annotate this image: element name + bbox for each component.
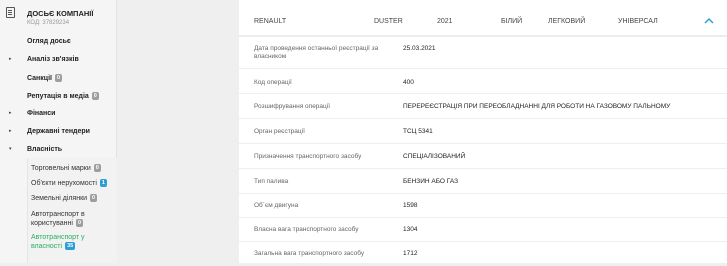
sidebar-subitem-vehicles-in-use[interactable]: Автотранспорт в користуванні 0 <box>31 210 111 228</box>
detail-value: ПЕРЕРЕЄСТРАЦІЯ ПРИ ПЕРЕОБЛАДНАННІ ДЛЯ РО… <box>403 103 671 110</box>
detail-key: Об`єм двигуна <box>254 202 299 209</box>
sidebar-subitem-label: користуванні <box>31 220 73 227</box>
sidebar-item-label: Репутація в медіа <box>27 93 89 100</box>
vehicle-model: DUSTER <box>374 18 403 25</box>
vehicle-brand: RENAULT <box>254 18 287 25</box>
count-badge: 0 <box>93 164 101 172</box>
detail-value: БЕНЗИН АБО ГАЗ <box>403 178 459 185</box>
sidebar-item-finance[interactable]: ▸ Фінанси <box>0 107 117 121</box>
document-icon <box>6 7 15 18</box>
sidebar-subitem-vehicles-owned[interactable]: Автотранспорт у власності 35 <box>31 233 111 251</box>
sidebar-item-label: Фінанси <box>27 110 56 117</box>
detail-key: Дата проведення останньої реєстрації за в… <box>254 45 379 60</box>
sidebar-item-sanctions[interactable]: Санкції 0 <box>0 71 117 85</box>
detail-key: Код операції <box>254 79 292 86</box>
vehicle-details-panel: RENAULT DUSTER 2021 БІЛИЙ ЛЕГКОВИЙ УНІВЕ… <box>239 0 727 263</box>
sidebar-item-media[interactable]: Репутація в медіа 0 <box>0 89 117 103</box>
sidebar-item-label: Огляд досьє <box>27 38 71 45</box>
chevron-up-icon[interactable] <box>703 16 715 26</box>
detail-key: Загальна вага транспортного засобу <box>254 250 365 257</box>
count-badge: 0 <box>91 92 99 100</box>
detail-row-operation-description: Розшифрування операції ПЕРЕРЕЄСТРАЦІЯ ПР… <box>239 93 727 118</box>
sidebar-subitem-label: Об'єкти нерухомості <box>31 180 97 187</box>
sidebar-subitem-label: власності <box>31 243 63 250</box>
sidebar-subitem-label: Торговельні марки <box>31 165 91 172</box>
vehicle-year: 2021 <box>437 18 453 25</box>
detail-key: Тип палива <box>254 178 289 185</box>
sidebar-item-connections[interactable]: ▸ Аналіз зв'язків <box>0 53 117 67</box>
detail-key: Орган реєстрації <box>254 128 305 135</box>
sidebar-item-label: Аналіз зв'язків <box>27 56 79 63</box>
detail-row-vehicle-purpose: Призначення транспортного засобу СПЕЦІАЛ… <box>239 143 727 168</box>
count-badge: 0 <box>54 74 63 82</box>
company-code: КОД: 37829234 <box>27 20 70 26</box>
count-badge: 0 <box>75 219 84 227</box>
detail-row-operation-code: Код операції 400 <box>239 68 727 93</box>
sidebar: ДОСЬЄ КОМПАНІЇ КОД: 37829234 Огляд досьє… <box>0 0 117 263</box>
detail-row-fuel-type: Тип палива БЕНЗИН АБО ГАЗ <box>239 168 727 193</box>
detail-row-own-weight: Власна вага транспортного засобу 1304 <box>239 217 727 242</box>
sidebar-subitem-label: Автотранспорт в <box>31 211 85 218</box>
chevron-right-icon: ▸ <box>9 56 12 62</box>
vehicle-color: БІЛИЙ <box>501 18 523 25</box>
sidebar-item-overview[interactable]: Огляд досьє <box>0 35 117 49</box>
count-badge: 0 <box>90 194 98 202</box>
chevron-right-icon: ▸ <box>9 128 12 134</box>
detail-key: Призначення транспортного засобу <box>254 153 362 160</box>
detail-value: 1598 <box>403 202 418 209</box>
sidebar-item-tenders[interactable]: ▸ Державні тендери <box>0 125 117 139</box>
sidebar-subitem-real-estate[interactable]: Об'єкти нерухомості 1 <box>31 179 111 188</box>
detail-key: Власна вага транспортного засобу <box>254 226 359 233</box>
sidebar-subitem-land[interactable]: Земельні ділянки 0 <box>31 194 111 203</box>
vehicle-summary-row[interactable]: RENAULT DUSTER 2021 БІЛИЙ ЛЕГКОВИЙ УНІВЕ… <box>239 0 727 36</box>
detail-value: 1712 <box>403 250 418 257</box>
detail-value: 25.03.2021 <box>403 45 436 52</box>
sidebar-subitem-label: Земельні ділянки <box>31 195 88 202</box>
sidebar-item-label: Санкції <box>27 75 52 82</box>
count-badge: 1 <box>99 179 107 187</box>
sidebar-subitem-label: Автотранспорт у <box>31 234 85 241</box>
company-title: ДОСЬЄ КОМПАНІЇ <box>27 9 94 18</box>
detail-key: Розшифрування операції <box>254 103 331 110</box>
detail-value: СПЕЦІАЛІЗОВАНИЙ <box>403 153 466 160</box>
detail-row-last-registration: Дата проведення останньої реєстрації за в… <box>239 36 727 68</box>
sidebar-subitem-trademarks[interactable]: Торговельні марки 0 <box>31 164 111 173</box>
detail-value: ТСЦ 5341 <box>403 128 433 135</box>
sidebar-item-label: Державні тендери <box>27 128 90 135</box>
company-header[interactable]: ДОСЬЄ КОМПАНІЇ КОД: 37829234 <box>0 0 117 34</box>
chevron-down-icon: ▾ <box>9 146 12 152</box>
detail-row-engine-volume: Об`єм двигуна 1598 <box>239 193 727 218</box>
detail-row-total-weight: Загальна вага транспортного засобу 1712 <box>239 241 727 266</box>
vehicle-body: УНІВЕРСАЛ <box>618 18 658 25</box>
sidebar-item-label: Власність <box>27 146 63 153</box>
detail-row-registration-authority: Орган реєстрації ТСЦ 5341 <box>239 118 727 143</box>
count-badge: 35 <box>65 242 76 250</box>
detail-value: 1304 <box>403 226 418 233</box>
sidebar-item-ownership[interactable]: ▾ Власність <box>0 143 117 157</box>
vehicle-kind: ЛЕГКОВИЙ <box>548 18 586 25</box>
chevron-right-icon: ▸ <box>9 110 12 116</box>
detail-value: 400 <box>403 79 414 86</box>
